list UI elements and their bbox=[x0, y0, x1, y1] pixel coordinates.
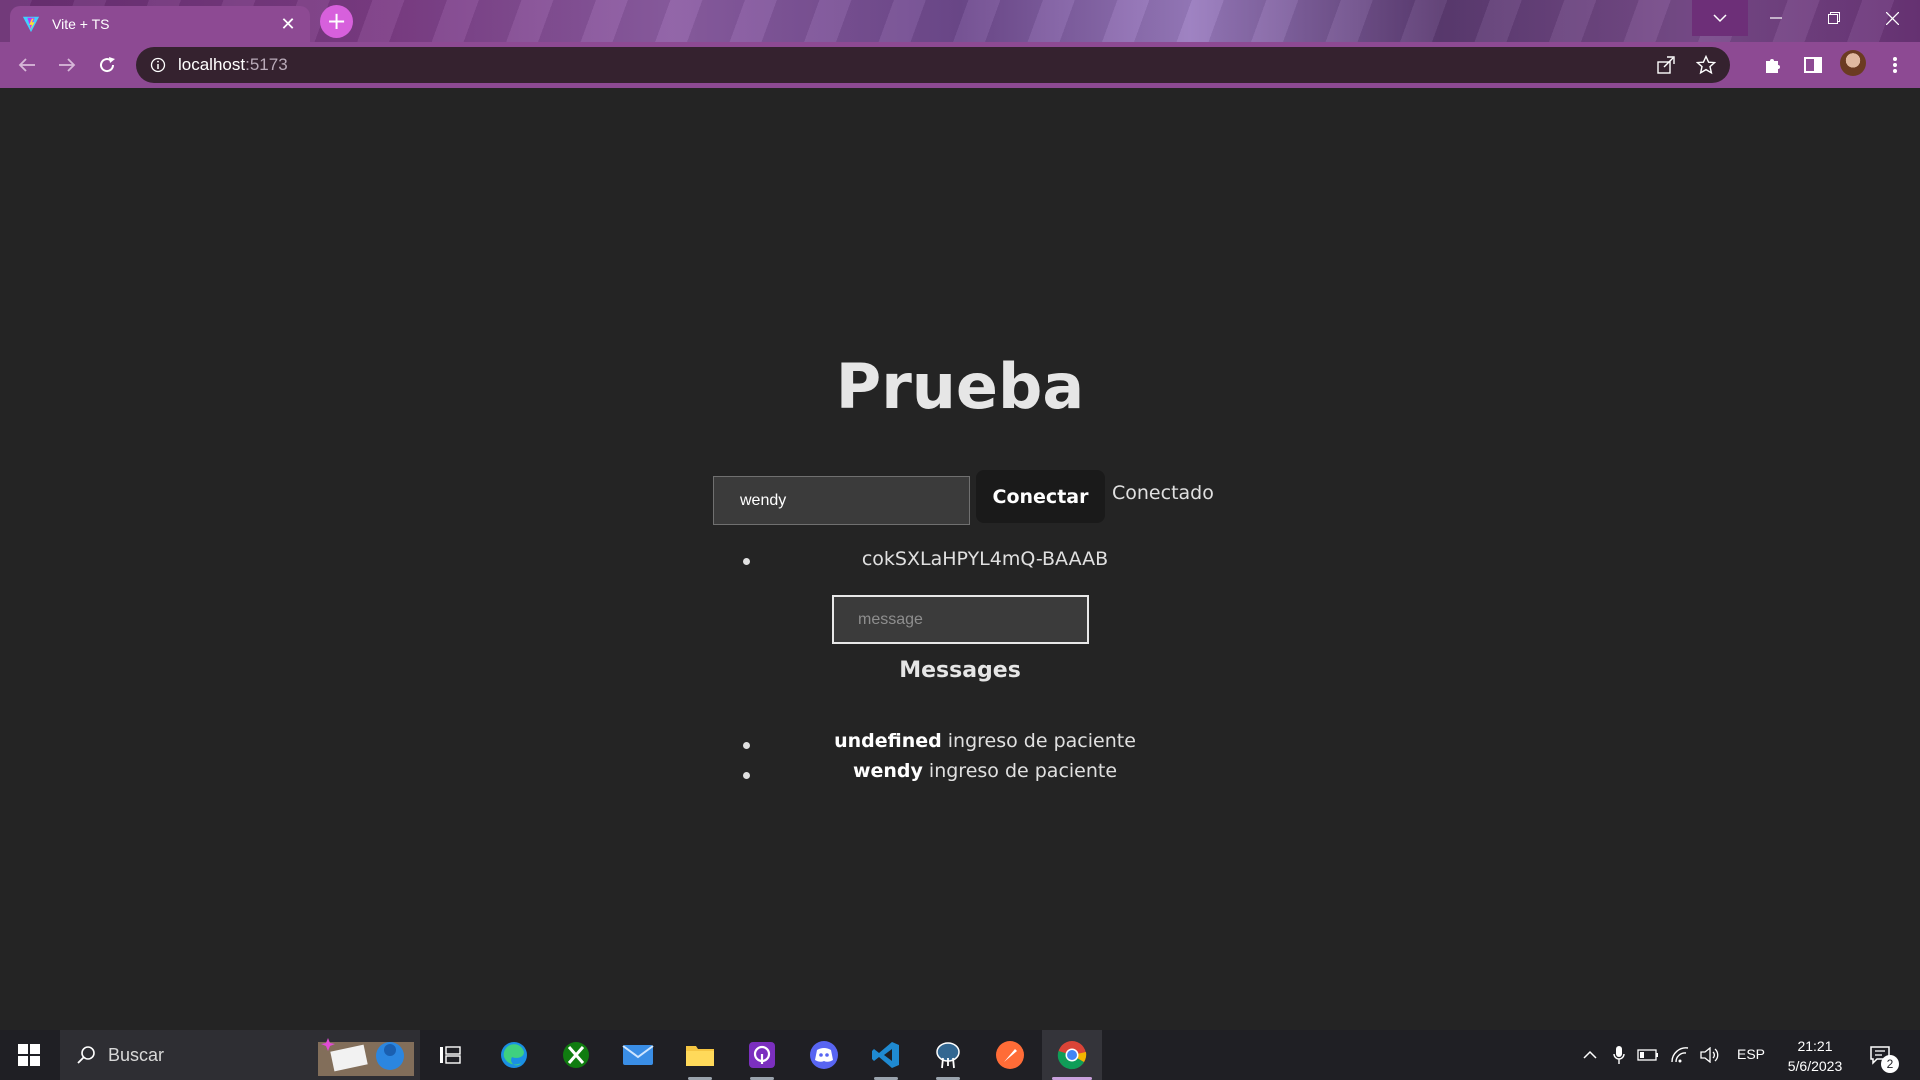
arrow-right-icon bbox=[59, 58, 76, 72]
messages-heading: Messages bbox=[899, 658, 1021, 683]
battery-icon[interactable] bbox=[1632, 1039, 1664, 1071]
chrome-icon[interactable] bbox=[1056, 1039, 1088, 1071]
chevron-down-icon bbox=[1713, 14, 1727, 23]
restore-icon bbox=[1828, 12, 1840, 24]
puzzle-icon bbox=[1766, 59, 1780, 73]
xbox-icon[interactable] bbox=[560, 1039, 592, 1071]
clock-time: 21:21 bbox=[1797, 1038, 1833, 1054]
address-bar[interactable]: localhost:5173 bbox=[136, 47, 1730, 83]
arrow-left-icon bbox=[18, 58, 35, 72]
tab-search-button[interactable] bbox=[1692, 0, 1748, 36]
page-viewport: Prueba Conectar Conectado cokSXLaHPYL4mQ… bbox=[0, 88, 1920, 1030]
microphone-icon[interactable] bbox=[1603, 1039, 1635, 1071]
message-item: undefined ingreso de paciente bbox=[745, 730, 1225, 752]
windows-start-icon[interactable] bbox=[18, 1044, 40, 1066]
minimize-button[interactable] bbox=[1748, 0, 1804, 36]
browser-toolbar: localhost:5173 bbox=[0, 42, 1920, 88]
connect-button[interactable]: Conectar bbox=[976, 470, 1105, 523]
reload-button[interactable] bbox=[92, 50, 122, 80]
message-text: ingreso de paciente bbox=[941, 730, 1136, 752]
close-icon bbox=[1885, 11, 1899, 25]
discord-icon[interactable] bbox=[808, 1039, 840, 1071]
message-input[interactable] bbox=[832, 595, 1089, 644]
username-input[interactable] bbox=[713, 476, 970, 525]
site-info-icon[interactable] bbox=[150, 57, 166, 73]
side-panel-button[interactable] bbox=[1798, 50, 1828, 80]
page-title: Prueba bbox=[835, 350, 1085, 423]
task-view-icon[interactable] bbox=[434, 1039, 466, 1071]
browser-tab[interactable]: Vite + TS ✕ bbox=[10, 6, 310, 42]
wifi-icon[interactable] bbox=[1664, 1039, 1696, 1071]
browser-title-bar: Vite + TS ✕ + bbox=[0, 0, 1920, 42]
close-window-button[interactable] bbox=[1864, 0, 1920, 36]
profile-avatar[interactable] bbox=[1840, 50, 1866, 76]
notification-count-badge: 2 bbox=[1881, 1055, 1899, 1073]
file-explorer-icon[interactable] bbox=[684, 1039, 716, 1071]
url-port: :5173 bbox=[245, 55, 288, 74]
new-tab-button[interactable]: + bbox=[320, 5, 353, 38]
input-language[interactable]: ESP bbox=[1737, 1046, 1765, 1062]
vite-logo-icon bbox=[22, 16, 40, 33]
system-clock[interactable]: 21:21 5/6/2023 bbox=[1780, 1036, 1850, 1076]
forward-button[interactable] bbox=[52, 50, 82, 80]
windows-taskbar: Buscar ESP 21:21 5/6/2023 2 bbox=[0, 1030, 1920, 1080]
back-button[interactable] bbox=[12, 50, 42, 80]
vscode-icon[interactable] bbox=[870, 1039, 902, 1071]
reload-icon bbox=[100, 57, 115, 73]
extensions-button[interactable] bbox=[1758, 50, 1788, 80]
tab-title: Vite + TS bbox=[52, 16, 110, 32]
connection-status: Conectado bbox=[1112, 482, 1214, 504]
search-placeholder: Buscar bbox=[108, 1044, 165, 1065]
postgres-elephant-icon[interactable] bbox=[932, 1039, 964, 1071]
message-user: undefined bbox=[834, 730, 942, 752]
bookmark-star-icon[interactable] bbox=[1696, 55, 1716, 75]
restore-button[interactable] bbox=[1806, 0, 1862, 36]
search-icon bbox=[77, 1046, 95, 1064]
share-icon[interactable] bbox=[1656, 55, 1676, 75]
clock-date: 5/6/2023 bbox=[1787, 1058, 1843, 1074]
omnibox-actions bbox=[1656, 55, 1716, 75]
socket-id-item: cokSXLaHPYL4mQ-BAAAB bbox=[861, 548, 1109, 570]
browser-menu-button[interactable] bbox=[1880, 50, 1910, 80]
tab-close-icon[interactable]: ✕ bbox=[278, 14, 298, 35]
more-vertical-icon bbox=[1893, 57, 1897, 73]
show-hidden-icons-chevron-up-icon[interactable] bbox=[1574, 1039, 1606, 1071]
edge-browser-icon[interactable] bbox=[498, 1039, 530, 1071]
message-text: ingreso de paciente bbox=[922, 760, 1118, 782]
postman-icon[interactable] bbox=[994, 1039, 1026, 1071]
taskbar-search[interactable]: Buscar bbox=[60, 1030, 420, 1080]
purple-app-icon[interactable] bbox=[746, 1039, 778, 1071]
minimize-icon bbox=[1770, 17, 1782, 19]
volume-icon[interactable] bbox=[1694, 1039, 1726, 1071]
mail-icon[interactable] bbox=[622, 1039, 654, 1071]
side-panel-icon bbox=[1804, 57, 1822, 73]
message-user: wendy bbox=[852, 760, 923, 782]
message-item: wendy ingreso de paciente bbox=[745, 760, 1225, 782]
url-host: localhost bbox=[178, 55, 246, 74]
search-highlight-art-icon bbox=[318, 1038, 414, 1076]
